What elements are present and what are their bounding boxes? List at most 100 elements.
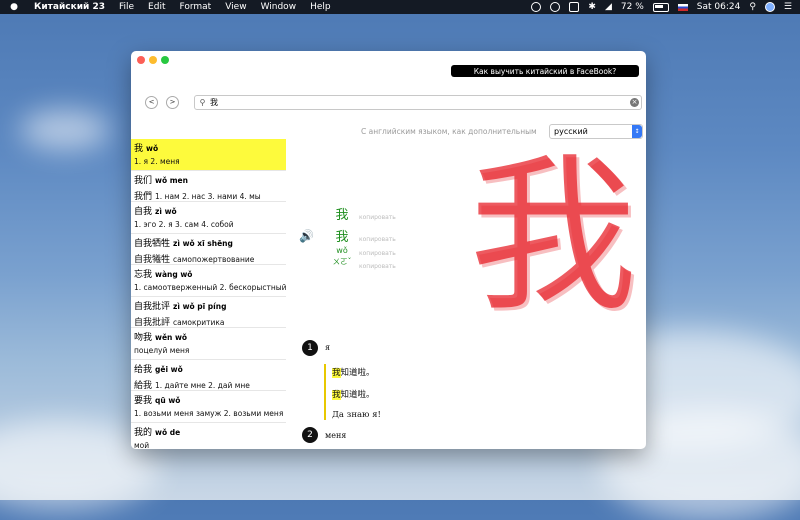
- bluetooth-icon[interactable]: ✱: [588, 2, 596, 12]
- result-row[interactable]: 自我牺牲 zì wǒ xī shēng 自我犧牲 самопожертвование: [131, 234, 286, 265]
- speaker-icon[interactable]: 🔊: [299, 229, 314, 243]
- result-pinyin: zì wǒ pī píng: [173, 301, 227, 311]
- example-sentence: 我知道啦。: [332, 366, 375, 378]
- results-list: 我 wǒ 1. я 2. меня 我们 wǒ men 我們 1. нам 2. на…: [131, 139, 286, 449]
- status-area: ✱ ◢ 72 % Sat 06:24 ⚲ ☰: [531, 0, 792, 14]
- result-word: 要我: [134, 396, 153, 406]
- example-highlight: 我: [332, 390, 341, 400]
- result-pinyin: wǒ: [146, 144, 159, 153]
- example-highlight: 我: [332, 368, 341, 378]
- character-pinyin[interactable]: wǒ: [327, 246, 357, 256]
- notification-center-icon[interactable]: ☰: [784, 2, 792, 12]
- app-name-menu[interactable]: Китайский 23: [34, 2, 105, 12]
- result-word: 我: [134, 144, 144, 154]
- copy-pinyin-button[interactable]: копировать: [359, 250, 396, 257]
- result-word: 自我批评: [134, 301, 171, 312]
- definition-number-badge: 1: [302, 340, 318, 356]
- result-traditional: 給我: [134, 380, 153, 391]
- result-traditional: 自我批評: [134, 317, 171, 328]
- close-window-button[interactable]: [137, 56, 145, 64]
- menu-edit[interactable]: Edit: [148, 2, 165, 12]
- example-rest: 知道啦。: [340, 368, 375, 378]
- wifi-icon[interactable]: ◢: [605, 2, 612, 12]
- result-traditional: 自我犧牲: [134, 254, 171, 265]
- result-pinyin: gěi wǒ: [155, 364, 183, 374]
- result-meaning: 1. эго 2. я 3. сам 4. собой: [134, 220, 234, 229]
- menu-help[interactable]: Help: [310, 2, 331, 12]
- result-word: 我们: [134, 175, 153, 186]
- clear-search-icon[interactable]: ×: [630, 98, 639, 107]
- example-translation: Да знаю я!: [332, 410, 381, 420]
- search-input[interactable]: ⚲ 我 ×: [194, 95, 642, 110]
- copy-simplified-button[interactable]: копировать: [359, 236, 396, 243]
- example-sentence: 我知道啦。: [332, 388, 375, 400]
- language-select-value: русский: [554, 127, 588, 136]
- search-query[interactable]: 我: [210, 97, 218, 108]
- battery-icon[interactable]: [652, 2, 669, 12]
- result-pinyin: wěn wǒ: [155, 333, 188, 342]
- definition-text: я: [325, 343, 331, 352]
- clock[interactable]: Sat 06:24: [697, 2, 741, 12]
- result-meaning: 1. я 2. меня: [134, 157, 180, 166]
- menu-bar: ● Китайский 23 File Edit Format View Win…: [0, 0, 800, 14]
- result-traditional: 我們: [134, 191, 153, 202]
- result-meaning: самокритика: [173, 317, 225, 327]
- result-meaning: 1. нам 2. нас 3. нами 4. мы: [155, 191, 261, 201]
- forward-button[interactable]: >: [166, 96, 179, 109]
- language-hint: С английским языком, как дополнительным: [361, 127, 537, 136]
- copy-traditional-button[interactable]: копировать: [359, 214, 396, 221]
- result-pinyin: wàng wǒ: [155, 270, 193, 279]
- stroke-glyph-main: 我: [471, 147, 637, 331]
- zoom-window-button[interactable]: [161, 56, 169, 64]
- location-icon[interactable]: [531, 2, 542, 12]
- input-source-flag-icon[interactable]: [677, 3, 688, 11]
- spotlight-search-icon[interactable]: ⚲: [749, 2, 756, 12]
- select-arrows-icon: ↕: [632, 125, 642, 138]
- result-pinyin: qū wǒ: [155, 396, 181, 405]
- result-row[interactable]: 要我 qū wǒ 1. возьми меня замуж 2. возьми м…: [131, 391, 286, 423]
- result-word: 自我牺牲: [134, 238, 171, 249]
- menu-file[interactable]: File: [119, 2, 134, 12]
- result-row[interactable]: 我们 wǒ men 我們 1. нам 2. нас 3. нами 4. мы: [131, 171, 286, 202]
- result-row[interactable]: 忘我 wàng wǒ 1. самоотверженный 2. бескорыс…: [131, 265, 286, 297]
- menu-window[interactable]: Window: [261, 2, 297, 12]
- example-rest: 知道啦。: [340, 390, 375, 400]
- result-pinyin: wǒ men: [155, 175, 188, 185]
- result-pinyin: wǒ de: [155, 427, 181, 437]
- apple-menu-icon[interactable]: ●: [6, 2, 22, 12]
- result-row[interactable]: 我 wǒ 1. я 2. меня: [131, 139, 286, 171]
- menu-format[interactable]: Format: [179, 2, 211, 12]
- example-divider: [324, 364, 326, 420]
- character-zhuyin[interactable]: ㄨㄛˇ: [327, 256, 357, 268]
- stroke-order-character: 我 我: [471, 147, 640, 331]
- app-window: Как выучить китайский в FaceBook? < > ⚲ …: [131, 51, 646, 449]
- minimize-window-button[interactable]: [149, 56, 157, 64]
- result-row[interactable]: 自我 zì wǒ 1. эго 2. я 3. сам 4. собой: [131, 202, 286, 234]
- result-word: 吻我: [134, 333, 153, 343]
- result-word: 给我: [134, 364, 153, 375]
- copy-zhuyin-button[interactable]: копировать: [359, 263, 396, 270]
- definition-text: меня: [325, 431, 347, 440]
- result-pinyin: zì wǒ xī shēng: [173, 238, 233, 248]
- result-row[interactable]: 我的 wǒ de мой: [131, 423, 286, 450]
- facebook-banner-button[interactable]: Как выучить китайский в FaceBook?: [451, 65, 639, 77]
- airplay-icon[interactable]: [569, 2, 580, 12]
- result-meaning: 1. самоотверженный 2. бескорыстный: [134, 283, 286, 292]
- language-select[interactable]: русский ↕: [549, 124, 643, 139]
- result-row[interactable]: 自我批评 zì wǒ pī píng 自我批評 самокритика: [131, 297, 286, 328]
- menu-view[interactable]: View: [225, 2, 246, 12]
- battery-percent[interactable]: 72 %: [621, 2, 644, 12]
- character-forms: 我 我 wǒ ㄨㄛˇ: [327, 207, 357, 268]
- back-button[interactable]: <: [145, 96, 158, 109]
- traditional-character[interactable]: 我: [327, 207, 357, 224]
- eye-icon[interactable]: [550, 2, 561, 12]
- user-icon[interactable]: [764, 2, 775, 12]
- simplified-character[interactable]: 我: [327, 229, 357, 246]
- result-meaning: 1. дайте мне 2. дай мне: [155, 380, 250, 390]
- result-row[interactable]: 吻我 wěn wǒ поцелуй меня: [131, 328, 286, 360]
- result-word: 自我: [134, 207, 153, 217]
- result-meaning: мой: [134, 440, 150, 450]
- result-row[interactable]: 给我 gěi wǒ 給我 1. дайте мне 2. дай мне: [131, 360, 286, 391]
- result-word: 我的: [134, 427, 153, 438]
- definition-number-badge: 2: [302, 427, 318, 443]
